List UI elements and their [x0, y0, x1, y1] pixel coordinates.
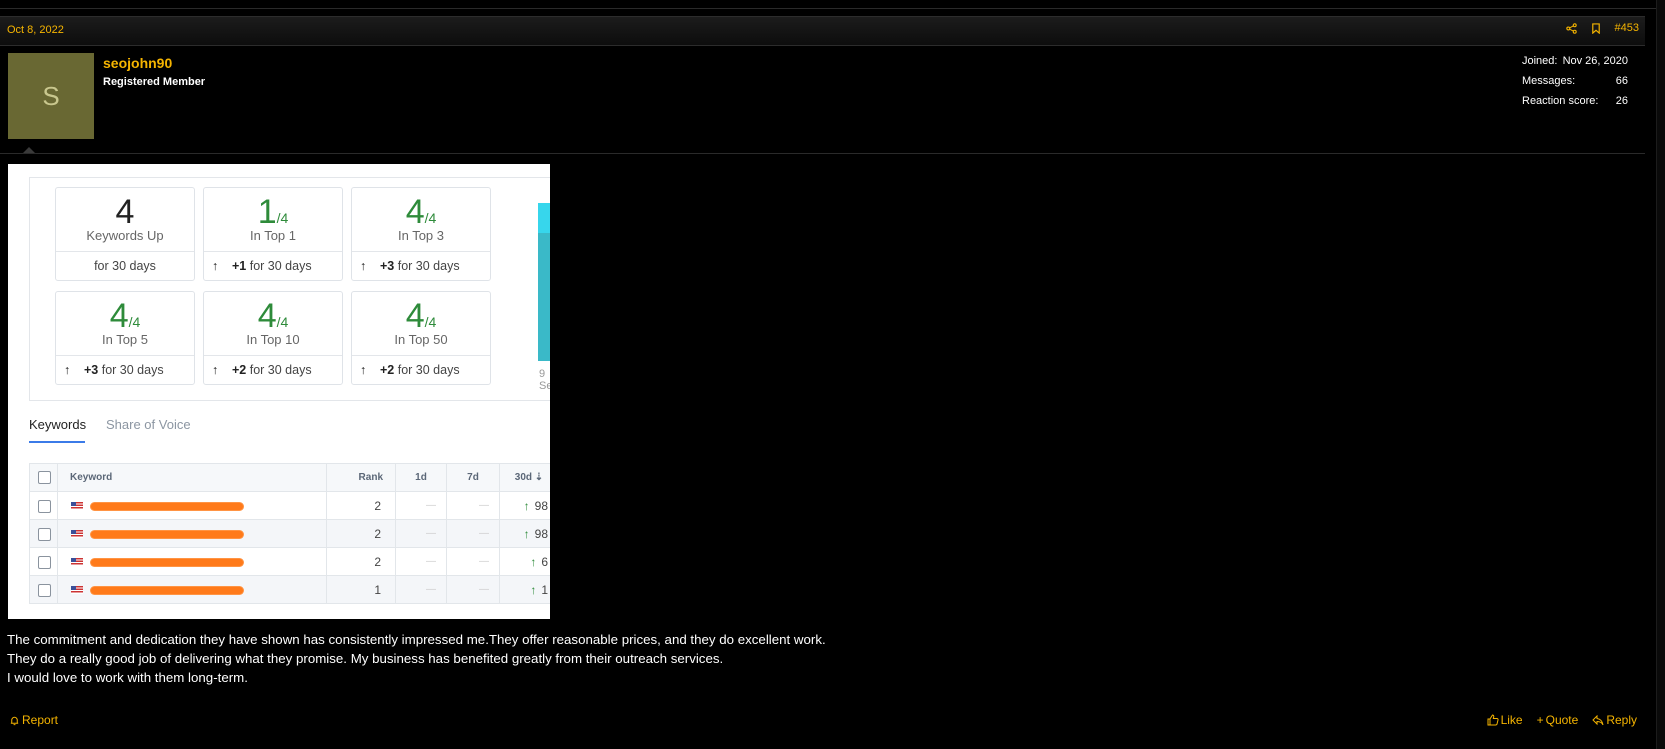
table-row: 2 — — ↑ 98	[29, 491, 550, 520]
post-number[interactable]: #453	[1615, 22, 1639, 34]
avatar-initial: S	[42, 80, 60, 111]
metric-card-top-1: 1/4 In Top 1 ↑ +1 for 30 days	[203, 187, 343, 281]
us-flag-icon	[71, 502, 83, 511]
col-keyword[interactable]: Keyword	[57, 463, 327, 492]
stat-messages: Messages: 66	[1522, 75, 1628, 87]
user-stats: Joined: Nov 26, 2020 Messages: 66 Reaction…	[1522, 55, 1628, 115]
row-checkbox[interactable]	[38, 527, 51, 541]
metric-card-top-50: 4/4 In Top 50 ↑ +2 for 30 days	[351, 291, 491, 385]
arrow-up-icon: ↑	[212, 363, 219, 377]
col-1d[interactable]: 1d	[395, 463, 447, 492]
metric-value: 1	[257, 193, 277, 231]
redacted-keyword	[91, 558, 243, 566]
us-flag-icon	[71, 586, 83, 595]
col-rank[interactable]: Rank	[326, 463, 396, 492]
post-header-actions: #453	[1565, 22, 1645, 34]
metric-label: In Top 10	[246, 332, 300, 347]
like-button[interactable]: Like	[1487, 713, 1523, 727]
arrow-up-icon: ↑	[212, 259, 219, 273]
post-divider	[0, 153, 1645, 154]
report-button[interactable]: Report	[9, 713, 58, 727]
metrics-panel: 4 Keywords Up for 30 days 1/4 In Top 1 ↑…	[29, 177, 550, 401]
user-title: Registered Member	[103, 76, 206, 88]
bell-icon	[10, 716, 19, 725]
row-checkbox[interactable]	[38, 583, 51, 597]
redacted-keyword	[91, 586, 243, 594]
message-line: They do a really good job of delivering …	[7, 651, 724, 666]
metric-denominator: /4	[276, 210, 289, 226]
metric-card-keywords-up: 4 Keywords Up for 30 days	[55, 187, 195, 281]
arrow-up-icon: ↑	[360, 259, 367, 273]
avatar[interactable]: S	[8, 53, 94, 139]
metric-footer: ↑ +3 for 30 days	[352, 251, 490, 281]
col-7d[interactable]: 7d	[446, 463, 500, 492]
metric-footer: for 30 days	[56, 251, 194, 281]
arrow-up-icon: ↑	[523, 498, 530, 513]
reply-icon	[1592, 714, 1604, 725]
metric-value: 4	[115, 193, 135, 231]
metric-card-top-5: 4/4 In Top 5 ↑ +3 for 30 days	[55, 291, 195, 385]
col-30d[interactable]: 30d ⇣	[499, 463, 550, 492]
table-header-row: Keyword Rank 1d 7d 30d ⇣	[29, 463, 550, 492]
post-message: The commitment and dedication they have …	[7, 630, 826, 687]
metric-denominator: /4	[276, 314, 289, 330]
post-header: Oct 8, 2022 #453	[0, 16, 1645, 46]
metric-label: Keywords Up	[86, 228, 164, 243]
metric-denominator: /4	[424, 314, 437, 330]
metric-label: In Top 50	[394, 332, 448, 347]
table-row: 1 — — ↑ 1	[29, 575, 550, 604]
keywords-table: Keyword Rank 1d 7d 30d ⇣ 2 — — ↑ 98 2 — —…	[29, 463, 550, 604]
username[interactable]: seojohn90	[103, 55, 172, 71]
metric-footer: ↑ +2 for 30 days	[352, 355, 490, 385]
message-line: The commitment and dedication they have …	[7, 632, 826, 647]
metric-label: In Top 1	[249, 228, 297, 243]
post-actions: Like + Quote Reply	[1487, 713, 1637, 727]
bookmark-icon[interactable]	[1591, 22, 1601, 34]
message-line: I would love to work with them long-term…	[7, 670, 248, 685]
row-checkbox[interactable]	[38, 499, 51, 513]
chart-area-fragment	[538, 203, 550, 361]
post-date[interactable]: Oct 8, 2022	[7, 24, 64, 36]
stat-reaction-score: Reaction score: 26	[1522, 95, 1628, 107]
metric-footer: ↑ +1 for 30 days	[204, 251, 342, 281]
tab-keywords[interactable]: Keywords	[29, 417, 86, 443]
share-icon[interactable]	[1565, 22, 1577, 34]
plus-icon: +	[1536, 713, 1544, 727]
redacted-keyword	[91, 530, 243, 538]
metric-label: In Top 3	[397, 228, 445, 243]
metric-value: 4	[257, 297, 277, 335]
metric-denominator: /4	[128, 314, 141, 330]
scrollbar[interactable]	[1656, 0, 1665, 749]
thumbs-up-icon	[1487, 714, 1499, 726]
tab-share-of-voice[interactable]: Share of Voice	[106, 417, 191, 432]
table-row: 2 — — ↑ 98	[29, 519, 550, 548]
us-flag-icon	[71, 530, 83, 539]
metric-value: 4	[405, 193, 425, 231]
metric-value: 4	[405, 297, 425, 335]
metric-card-top-10: 4/4 In Top 10 ↑ +2 for 30 days	[203, 291, 343, 385]
top-border	[0, 0, 1665, 9]
metric-footer: ↑ +2 for 30 days	[204, 355, 342, 385]
chart-axis-label: 9 Sep	[539, 368, 550, 392]
attached-screenshot[interactable]: 4 Keywords Up for 30 days 1/4 In Top 1 ↑…	[8, 164, 550, 619]
redacted-keyword	[91, 502, 243, 510]
arrow-up-icon: ↑	[523, 526, 530, 541]
quote-button[interactable]: + Quote	[1537, 713, 1579, 727]
arrow-up-icon: ↑	[64, 363, 71, 377]
metric-label: In Top 5	[101, 332, 149, 347]
arrow-up-icon: ↑	[360, 363, 367, 377]
reply-button[interactable]: Reply	[1592, 713, 1637, 727]
metric-denominator: /4	[424, 210, 437, 226]
arrow-up-icon: ↑	[530, 554, 537, 569]
us-flag-icon	[71, 558, 83, 567]
arrow-up-icon: ↑	[530, 582, 537, 597]
metric-footer: ↑ +3 for 30 days	[56, 355, 194, 385]
select-all-checkbox[interactable]	[38, 471, 51, 484]
metric-value: 4	[109, 297, 129, 335]
metric-card-top-3: 4/4 In Top 3 ↑ +3 for 30 days	[351, 187, 491, 281]
stat-joined: Joined: Nov 26, 2020	[1522, 55, 1628, 67]
row-checkbox[interactable]	[38, 555, 51, 569]
table-row: 2 — — ↑ 6	[29, 547, 550, 576]
